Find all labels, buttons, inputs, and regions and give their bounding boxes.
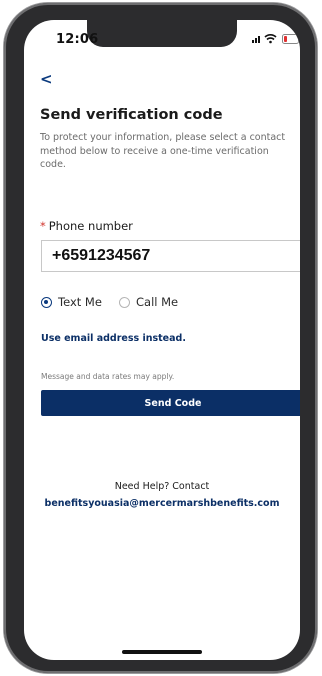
app-screen: 12:06 < Send verification code To protec… bbox=[24, 20, 300, 660]
wifi-icon bbox=[264, 34, 277, 44]
help-text: Need Help? Contact bbox=[114, 481, 210, 492]
send-code-button[interactable]: Send Code bbox=[41, 390, 300, 416]
radio-call-me[interactable]: Call Me bbox=[119, 295, 178, 309]
page-title: Send verification code bbox=[40, 107, 223, 123]
device-notch bbox=[87, 20, 237, 47]
radio-text-me-label: Text Me bbox=[58, 295, 102, 309]
page-description: To protect your information, please sele… bbox=[40, 132, 286, 170]
home-indicator[interactable] bbox=[122, 650, 202, 654]
status-time: 12:06 bbox=[56, 32, 99, 47]
use-email-link[interactable]: Use email address instead. bbox=[41, 333, 186, 344]
phone-number-input[interactable] bbox=[41, 240, 300, 272]
radio-text-me-indicator[interactable] bbox=[41, 296, 52, 308]
radio-text-me[interactable]: Text Me bbox=[41, 295, 102, 309]
back-chevron-icon[interactable]: < bbox=[40, 70, 53, 88]
required-marker: * bbox=[40, 219, 46, 233]
rates-note: Message and data rates may apply. bbox=[41, 372, 175, 381]
signal-icon bbox=[252, 36, 260, 43]
phone-number-label-text: Phone number bbox=[48, 219, 133, 233]
phone-number-label: * Phone number bbox=[40, 219, 133, 233]
radio-call-me-indicator[interactable] bbox=[119, 296, 130, 308]
status-icons bbox=[252, 33, 300, 45]
phone-frame: 12:06 < Send verification code To protec… bbox=[4, 3, 317, 673]
battery-icon bbox=[282, 34, 300, 44]
help-email-link[interactable]: benefitsyouasia@mercermarshbenefits.com bbox=[24, 498, 300, 509]
radio-call-me-label: Call Me bbox=[136, 295, 179, 309]
